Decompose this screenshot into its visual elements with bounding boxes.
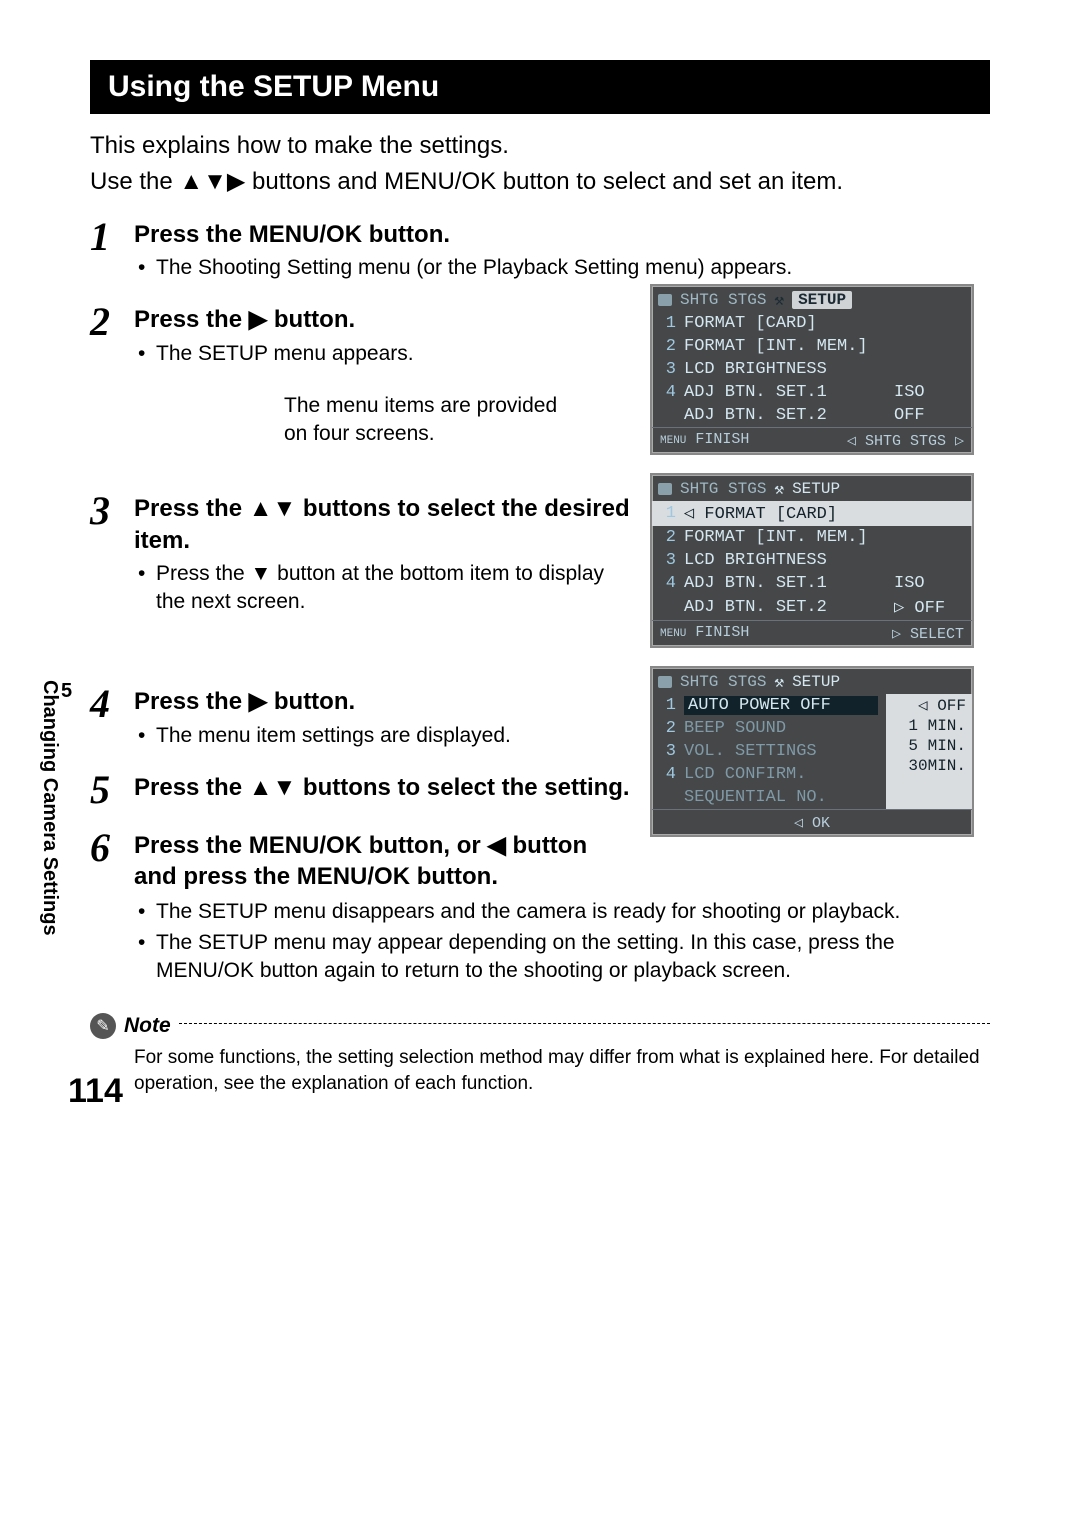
step-6-bullet-2: The SETUP menu may appear depending on t… [134,929,990,986]
lcd2-tab-right: SETUP [792,480,840,498]
step-4: 4 Press the ▶ button. The menu item sett… [90,684,632,752]
step-number: 2 [90,302,134,342]
lcd-row: 1AUTO POWER OFF [652,694,886,717]
step-6-bullet-1: The SETUP menu disappears and the camera… [134,898,990,926]
step-6: 6 Press the MENU/OK button, or ◀ button … [90,828,632,896]
lcd1-foot-left: MENU FINISH [660,431,749,450]
step-3-bullet: Press the ▼ button at the bottom item to… [134,560,632,617]
lcd-row: ADJ BTN. SET.2OFF [652,404,972,427]
chapter-title: Changing Camera Settings [39,680,61,936]
step-number: 3 [90,491,134,531]
wrench-icon: ⚒ [774,672,784,692]
lcd-option: ◁ OFF [886,694,972,716]
right-triangle-icon: ▶ [249,690,267,714]
lcd-screenshot-2: SHTG STGS ⚒ SETUP 1◁ FORMAT [CARD]2FORMA… [650,473,974,648]
wrench-icon: ⚒ [774,479,784,499]
lcd-row: 1◁ FORMAT [CARD] [652,501,972,526]
note-label: Note [124,1014,171,1038]
step-1-title: Press the MENU/OK button. [134,219,990,250]
lcd2-foot-right: ▷ SELECT [892,624,964,643]
step-number: 6 [90,828,134,868]
sidebar-chapter-label: 5 Changing Camera Settings [38,680,72,936]
lcd3-tab-right: SETUP [792,673,840,691]
step-5: 5 Press the ▲▼ buttons to select the set… [90,770,632,810]
step-2-title: Press the ▶ button. [134,304,632,335]
step-3-title: Press the ▲▼ buttons to select the desir… [134,493,632,555]
lcd1-tab-left: SHTG STGS [680,291,766,309]
camera-icon [658,676,672,688]
left-triangle-icon: ◀ [487,834,505,858]
intro-block: This explains how to make the settings. … [90,130,990,199]
step-5-title: Press the ▲▼ buttons to select the setti… [134,772,632,803]
lcd1-tab-right: SETUP [792,291,852,309]
intro-line-1: This explains how to make the settings. [90,130,990,162]
chapter-number: 5 [61,680,72,703]
lcd-option: 30MIN. [886,756,972,776]
intro-line-2: Use the ▲▼▶ buttons and MENU/OK button t… [90,166,990,198]
lcd-row: 2BEEP SOUND [652,717,886,740]
step-number: 4 [90,684,134,724]
up-down-right-icon: ▲▼▶ [179,170,245,194]
step-4-title: Press the ▶ button. [134,686,632,717]
page-title: Using the SETUP Menu [90,60,990,114]
lcd-row: 4ADJ BTN. SET.1ISO [652,572,972,595]
step-number: 1 [90,217,134,257]
camera-icon [658,483,672,495]
step-1: 1 Press the MENU/OK button. The Shooting… [90,217,990,285]
note-row: ✎ Note [90,1013,990,1039]
lcd-row: 2FORMAT [INT. MEM.] [652,526,972,549]
step-2-bullet: The SETUP menu appears. [134,340,632,368]
up-down-triangle-icon: ▲▼ [249,497,297,521]
lcd-row: 4LCD CONFIRM. [652,763,886,786]
step-6-title: Press the MENU/OK button, or ◀ button an… [134,830,632,892]
note-divider [179,1023,990,1024]
note-text: For some functions, the setting selectio… [134,1045,990,1096]
lcd-option: 5 MIN. [886,736,972,756]
step-number: 5 [90,770,134,810]
lcd-option: 1 MIN. [886,716,972,736]
lcd-row: 1FORMAT [CARD] [652,312,972,335]
lcd-row: 3LCD BRIGHTNESS [652,549,972,572]
lcd-row: ADJ BTN. SET.2▷ OFF [652,595,972,620]
step-2: 2 Press the ▶ button. The SETUP menu app… [90,302,632,448]
lcd-row: 2FORMAT [INT. MEM.] [652,335,972,358]
lcd2-foot-left: MENU FINISH [660,624,749,643]
up-down-triangle-icon: ▲▼ [249,776,297,800]
lcd-row: 4ADJ BTN. SET.1ISO [652,381,972,404]
wrench-icon: ⚒ [774,290,784,310]
step-3: 3 Press the ▲▼ buttons to select the des… [90,491,632,618]
lcd-screenshot-1: SHTG STGS ⚒ SETUP 1FORMAT [CARD]2FORMAT … [650,284,974,455]
step-2-subnote: The menu items are provided on four scre… [284,392,584,449]
lcd-row: 3LCD BRIGHTNESS [652,358,972,381]
lcd3-tab-left: SHTG STGS [680,673,766,691]
lcd3-foot: ◁ OK [794,813,830,832]
right-triangle-icon: ▶ [249,308,267,332]
lcd3-option-list: ◁ OFF1 MIN.5 MIN.30MIN. [886,694,972,809]
down-triangle-icon: ▼ [251,563,272,584]
lcd-screenshot-3: SHTG STGS ⚒ SETUP 1AUTO POWER OFF2BEEP S… [650,666,974,837]
lcd-row: SEQUENTIAL NO. [652,786,886,809]
lcd-row: 3VOL. SETTINGS [652,740,886,763]
lcd2-tab-left: SHTG STGS [680,480,766,498]
camera-icon [658,294,672,306]
step-4-bullet: The menu item settings are displayed. [134,722,632,750]
lcd1-foot-right: ◁ SHTG STGS ▷ [847,431,964,450]
step-1-bullet: The Shooting Setting menu (or the Playba… [134,254,990,282]
page-number: 114 [68,1072,123,1111]
note-icon: ✎ [90,1013,116,1039]
